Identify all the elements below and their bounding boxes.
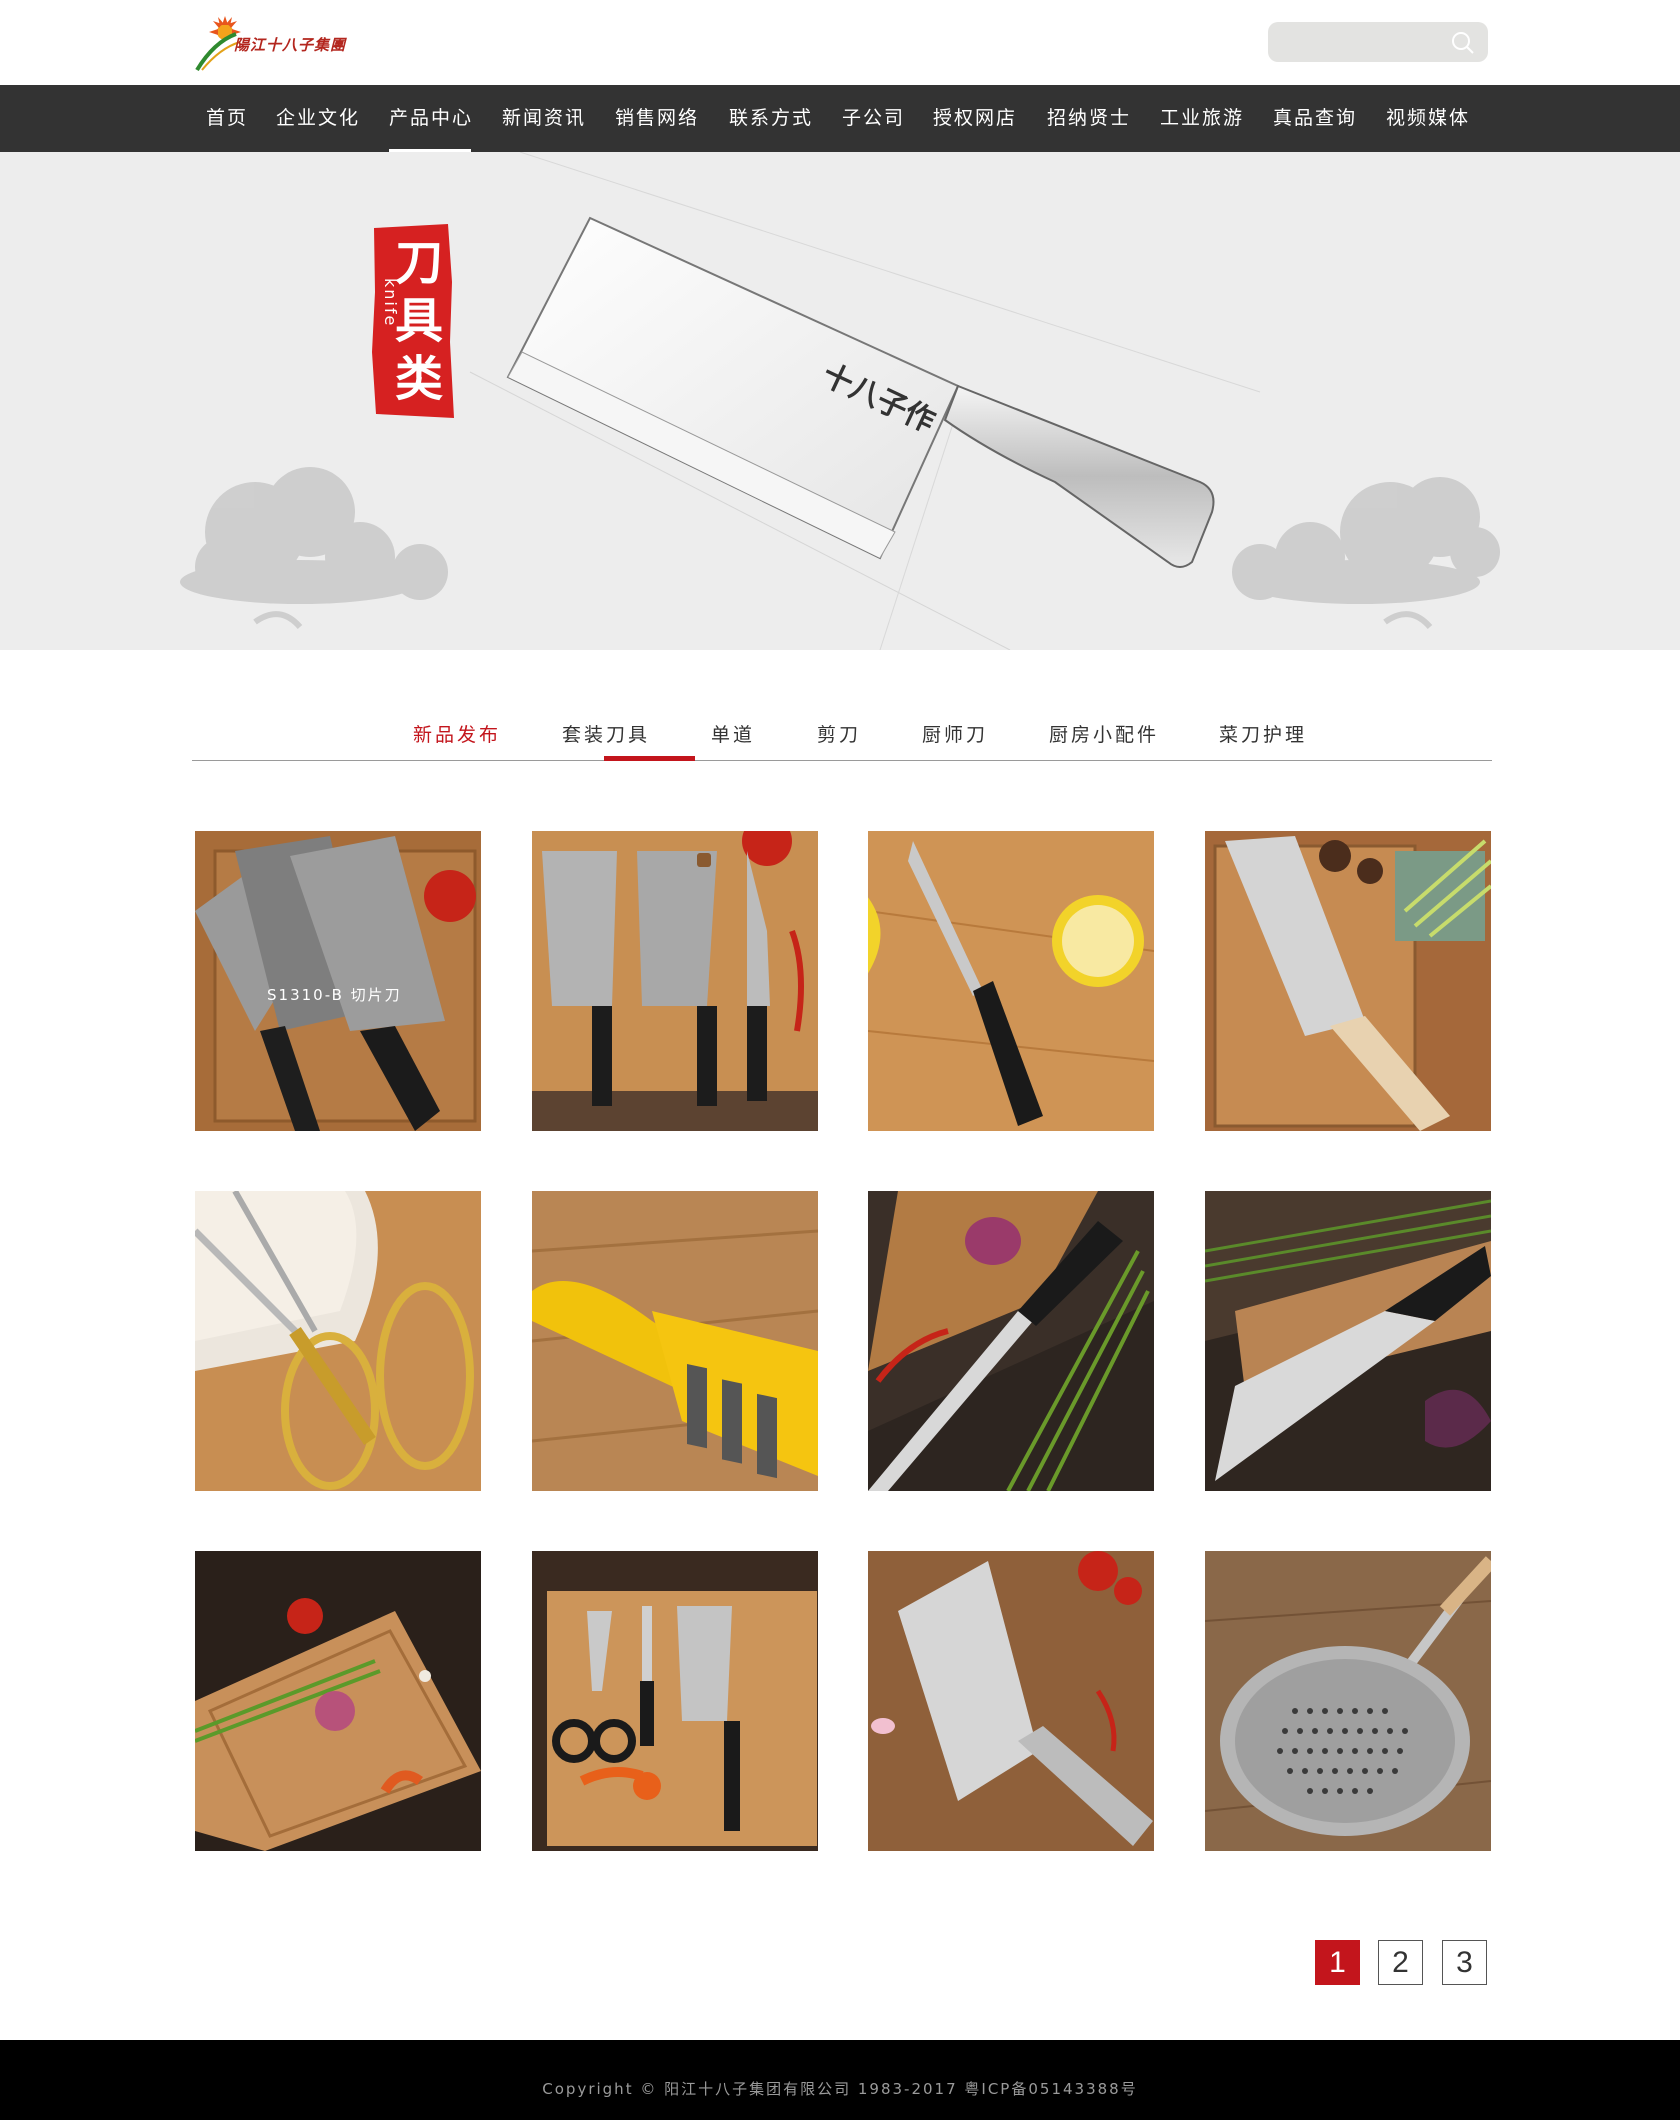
nav-item-products[interactable]: 产品中心 (389, 85, 473, 152)
page-button-3[interactable]: 3 (1442, 1940, 1487, 1985)
product-gold-scissors[interactable] (195, 1191, 481, 1491)
copyright-text: Copyright © 阳江十八子集团有限公司 1983-2017 粤ICP备0… (542, 2080, 1138, 2098)
site-footer: Copyright © 阳江十八子集团有限公司 1983-2017 粤ICP备0… (0, 2040, 1680, 2120)
tab-kitchen-accessories[interactable]: 厨房小配件 (1049, 720, 1159, 747)
nav-item-sales-network[interactable]: 销售网络 (615, 85, 699, 152)
product-steel-cleaver[interactable] (868, 1551, 1154, 1851)
product-santoku[interactable] (1205, 1191, 1491, 1491)
tab-knife-sets[interactable]: 套装刀具 (562, 720, 650, 747)
stamp-title: 刀具类 (394, 235, 443, 407)
category-tabs: 新品发布 套装刀具 单道 剪刀 厨师刀 厨房小配件 菜刀护理 (192, 700, 1492, 761)
product-tool-set[interactable] (532, 1551, 818, 1851)
active-tab-indicator (604, 756, 695, 761)
product-caption: S1310-B 切片刀 (267, 986, 402, 1004)
tab-scissors[interactable]: 剪刀 (817, 720, 861, 747)
search-input[interactable] (1268, 22, 1488, 62)
nav-item-subsidiary[interactable]: 子公司 (842, 85, 905, 152)
product-fruit-knife[interactable] (868, 831, 1154, 1131)
cloud-decoration-right (1232, 477, 1500, 630)
tab-chef-knives[interactable]: 厨师刀 (922, 720, 988, 747)
tab-single-knives[interactable]: 单道 (711, 720, 755, 747)
hero-banner: 十八子作 刀具类 knife (0, 152, 1680, 650)
page-button-2[interactable]: 2 (1378, 1940, 1423, 1985)
product-sharpener[interactable] (532, 1191, 818, 1491)
tab-knife-care[interactable]: 菜刀护理 (1219, 720, 1307, 747)
product-knife-set[interactable] (532, 831, 818, 1131)
category-stamp: 刀具类 knife (370, 222, 455, 422)
search-icon[interactable] (1450, 30, 1476, 56)
product-cleaver-pair[interactable]: S1310-B 切片刀 (195, 831, 481, 1131)
nav-item-culture[interactable]: 企业文化 (276, 85, 360, 152)
nav-item-contact[interactable]: 联系方式 (729, 85, 813, 152)
logo[interactable]: 陽江十八子集團 (192, 12, 352, 72)
product-cutting-board[interactable] (195, 1551, 481, 1851)
nav-item-careers[interactable]: 招纳贤士 (1047, 85, 1131, 152)
nav-item-verify[interactable]: 真品查询 (1273, 85, 1357, 152)
main-nav: 首页 企业文化 产品中心 新闻资讯 销售网络 联系方式 子公司 授权网店 招纳贤… (0, 85, 1680, 152)
banner-knife-sketch: 十八子作 (180, 152, 1500, 650)
product-nakiri-wood[interactable] (1205, 831, 1491, 1131)
nav-item-news[interactable]: 新闻资讯 (502, 85, 586, 152)
cloud-decoration-left (180, 467, 448, 630)
stamp-subtitle: knife (381, 278, 400, 328)
nav-item-home[interactable]: 首页 (206, 85, 248, 152)
site-header: 陽江十八子集團 (0, 0, 1680, 85)
nav-item-tourism[interactable]: 工业旅游 (1160, 85, 1244, 152)
nav-item-video[interactable]: 视频媒体 (1386, 85, 1470, 152)
page-button-1[interactable]: 1 (1315, 1940, 1360, 1985)
nav-item-online-stores[interactable]: 授权网店 (933, 85, 1017, 152)
product-strainer-ladle[interactable] (1205, 1551, 1491, 1851)
logo-text: 陽江十八子集團 (234, 36, 347, 54)
tab-new-releases[interactable]: 新品发布 (413, 720, 501, 747)
product-chef-knife-onion[interactable] (868, 1191, 1154, 1491)
